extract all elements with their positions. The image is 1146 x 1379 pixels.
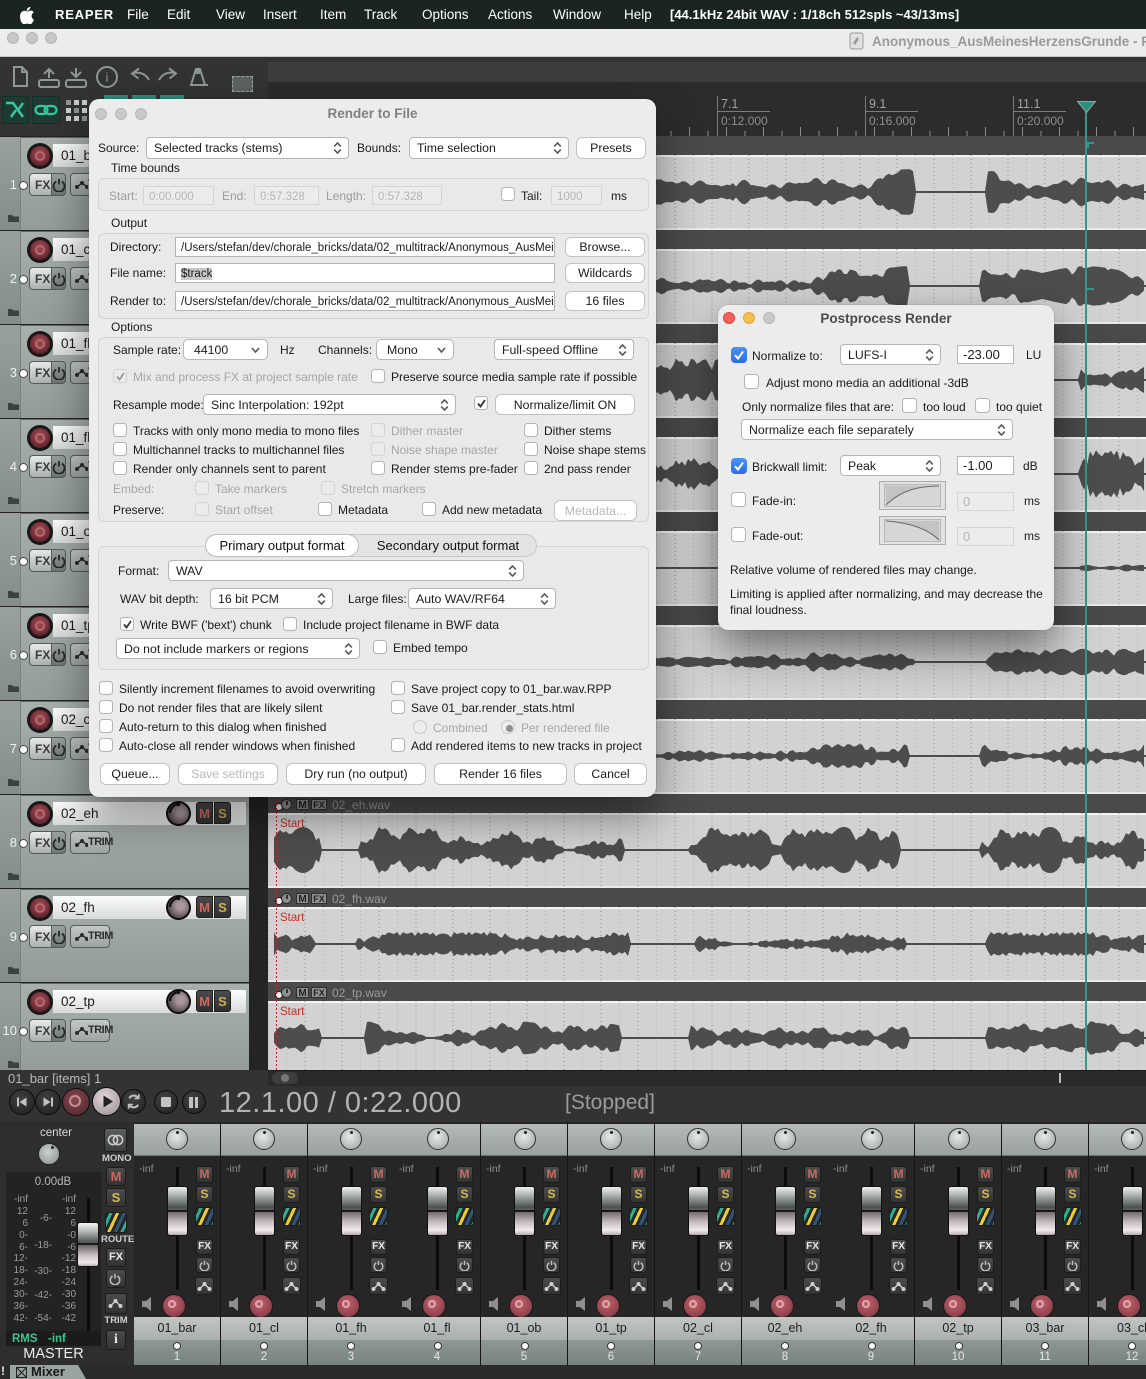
- svg-text:i: i: [106, 70, 109, 85]
